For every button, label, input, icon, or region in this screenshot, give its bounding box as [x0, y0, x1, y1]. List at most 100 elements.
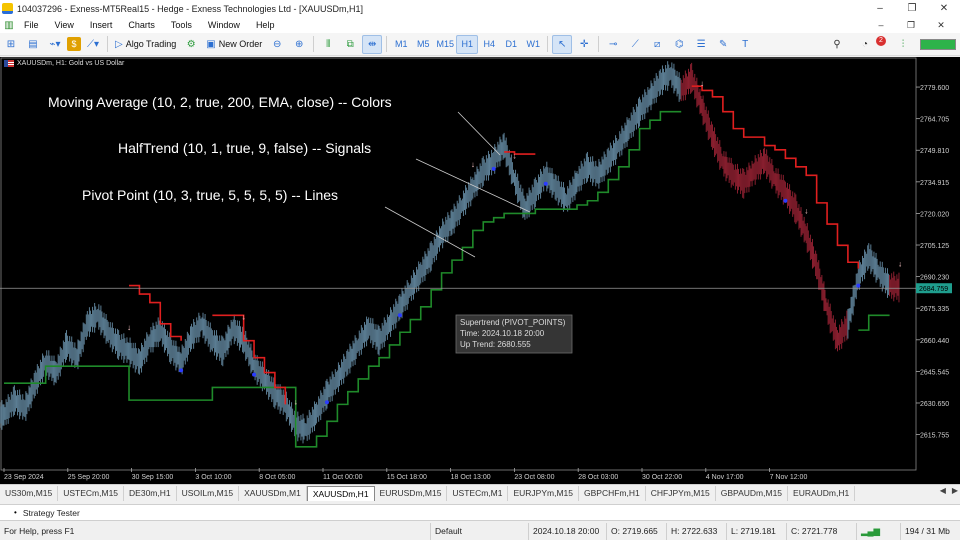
annotation-text: Moving Average (10, 2, true, 200, EMA, c… [48, 94, 392, 110]
y-tick-label: 2675.335 [920, 306, 949, 313]
horizontal-line-icon[interactable]: ⊸ [603, 35, 623, 54]
tooltip-line: Supertrend (PIVOT_POINTS) [460, 318, 566, 327]
dollar-icon[interactable]: $ [67, 37, 81, 51]
tab-eurusdm-m15[interactable]: EURUSDm,M15 [375, 485, 448, 501]
menu-help[interactable]: Help [248, 17, 283, 33]
status-high: H: 2722.633 [666, 523, 726, 540]
status-close: C: 2721.778 [786, 523, 856, 540]
buy-signal-dot [783, 198, 788, 203]
tab-gbpchfm-h1[interactable]: GBPCHFm,H1 [579, 485, 646, 501]
settings-icon[interactable]: ⚙ [181, 35, 201, 54]
chart-menu-icon[interactable]: ▥ [2, 20, 16, 31]
status-low: L: 2719.181 [726, 523, 786, 540]
timeframe-w1[interactable]: W1 [522, 35, 544, 54]
timeframe-m15[interactable]: M15 [434, 35, 456, 54]
algo-trading-button[interactable]: ▷ Algo Trading [112, 35, 179, 54]
chart-minimize-button[interactable]: – [866, 20, 896, 30]
chart-symbol-label: XAUUSDm, H1: Gold vs US Dollar [17, 60, 125, 67]
profiles-icon[interactable]: ▤ [23, 35, 43, 54]
chart-type-icon[interactable]: ⌁▾ [45, 35, 65, 54]
chart-symbol-header: XAUUSDm, H1: Gold vs US Dollar [4, 60, 124, 67]
tab-euraudm-h1[interactable]: EURAUDm,H1 [788, 485, 856, 501]
notifications-icon[interactable]: ◔ [855, 35, 875, 54]
tab-ustecm-m1[interactable]: USTECm,M1 [447, 485, 509, 501]
signal-icon[interactable]: ⫶ [893, 35, 913, 54]
menu-window[interactable]: Window [200, 17, 248, 33]
tab-ustecm-m15[interactable]: USTECm,M15 [58, 485, 125, 501]
cursor-icon[interactable]: ↖ [552, 34, 573, 54]
status-signal-icon: ▂▄▆ [856, 523, 900, 540]
tab-usoilm-m15[interactable]: USOILm,M15 [177, 485, 240, 501]
tabs-left-arrow-icon[interactable]: ◀ [940, 486, 946, 495]
tab-xauusdm-h1[interactable]: XAUUSDm,H1 [306, 485, 375, 501]
sell-signal-arrow: ↓ [804, 206, 808, 215]
menu-file[interactable]: File [16, 17, 47, 33]
close-button[interactable]: ✕ [928, 0, 960, 17]
x-tick-label: 28 Oct 03:00 [578, 474, 618, 481]
x-tick-label: 3 Oct 10:00 [195, 474, 231, 481]
tab-eurjpym-m15[interactable]: EURJPYm,M15 [508, 485, 579, 501]
sell-signal-arrow: ↓ [242, 313, 246, 322]
strategy-tester-bar[interactable]: • Strategy Tester [0, 504, 960, 521]
timeframe-h4[interactable]: H4 [478, 35, 500, 54]
search-icon[interactable]: ⚲ [827, 35, 847, 54]
timeframe-m1[interactable]: M1 [390, 35, 412, 54]
equidistant-channel-icon[interactable]: ⧄ [647, 35, 667, 54]
zoom-out-icon[interactable]: ⊖ [267, 35, 287, 54]
menu-charts[interactable]: Charts [120, 17, 163, 33]
line-chart-icon[interactable]: ⇹ [362, 34, 383, 54]
timeframe-h1[interactable]: H1 [456, 34, 479, 54]
indicators-icon[interactable]: ⟋▾ [83, 35, 103, 54]
candles-icon[interactable]: ⧉ [340, 35, 360, 54]
chart-close-button[interactable]: ✕ [926, 20, 956, 31]
buy-signal-dot [543, 181, 548, 186]
supertrend-down-line [129, 86, 900, 404]
y-tick-label: 2764.705 [920, 117, 949, 124]
buy-signal-dot [252, 372, 257, 377]
buy-signal-dot [397, 313, 402, 318]
x-tick-label: 23 Oct 08:00 [514, 474, 554, 481]
brush-icon[interactable]: ✎ [713, 35, 733, 54]
timeframe-d1[interactable]: D1 [500, 35, 522, 54]
zoom-in-icon[interactable]: ⊕ [289, 35, 309, 54]
x-tick-label: 11 Oct 00:00 [323, 474, 363, 481]
menu-view[interactable]: View [47, 17, 82, 33]
crosshair-icon[interactable]: ✛ [574, 35, 594, 54]
us-flag-icon [4, 60, 14, 67]
tab-chfjpym-m15[interactable]: CHFJPYm,M15 [646, 485, 716, 501]
minimize-button[interactable]: – [864, 0, 896, 17]
tab-us30m-m15[interactable]: US30m,M15 [0, 485, 59, 501]
x-tick-label: 7 Nov 12:00 [770, 474, 808, 481]
text-tool-icon[interactable]: T [735, 35, 755, 54]
title-bar: 104037296 - Exness-MT5Real15 - Hedge - E… [0, 0, 960, 17]
sell-signal-arrow: ↓ [294, 397, 298, 406]
strategy-tester-label[interactable]: Strategy Tester [23, 508, 80, 518]
y-tick-label: 2749.810 [920, 148, 949, 155]
shapes-icon[interactable]: ⌬ [669, 35, 689, 54]
fibonacci-icon[interactable]: ☰ [691, 35, 711, 54]
sell-signal-arrow: ↓ [513, 151, 517, 160]
sell-signal-arrow: ↓ [127, 323, 131, 332]
new-order-button[interactable]: ▣ New Order [203, 35, 265, 54]
window-title: 104037296 - Exness-MT5Real15 - Hedge - E… [17, 3, 364, 14]
tabs-right-arrow-icon[interactable]: ▶ [952, 486, 958, 495]
trendline-icon[interactable]: ⟋ [625, 35, 645, 54]
y-tick-label: 2734.915 [920, 180, 949, 187]
status-bar: For Help, press F1 Default 2024.10.18 20… [0, 523, 960, 540]
tab-gbpaudm-m15[interactable]: GBPAUDm,M15 [716, 485, 789, 501]
tab-xauusdm-m1[interactable]: XAUUSDm,M1 [239, 485, 307, 501]
timeframe-m5[interactable]: M5 [412, 35, 434, 54]
menu-insert[interactable]: Insert [82, 17, 121, 33]
price-chart[interactable]: 2779.600 2764.705 2749.810 2734.915 2720.020… [0, 57, 960, 484]
sell-signal-arrow: ↓ [471, 160, 475, 169]
bar-chart-icon[interactable]: ⫴ [318, 35, 338, 54]
chart-restore-button[interactable]: ❐ [896, 20, 926, 31]
x-tick-label: 30 Oct 22:00 [642, 474, 682, 481]
chart-window-controls: – ❐ ✕ [866, 17, 956, 33]
tab-de30m-h1[interactable]: DE30m,H1 [124, 485, 177, 501]
tester-bullet-icon: • [14, 508, 17, 517]
chart-window[interactable]: 2779.600 2764.705 2749.810 2734.915 2720.020… [0, 57, 960, 484]
maximize-button[interactable]: ❐ [896, 0, 928, 17]
new-chart-icon[interactable]: ⊞ [1, 35, 21, 54]
menu-tools[interactable]: Tools [163, 17, 200, 33]
